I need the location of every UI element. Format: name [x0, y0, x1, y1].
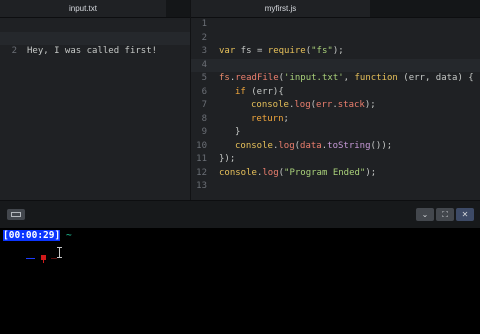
- code-line: 3 var fs = require("fs");: [191, 45, 480, 59]
- line-text: }: [235, 126, 240, 140]
- line-text: });: [219, 153, 235, 167]
- line-number: 13: [196, 181, 207, 191]
- token-string: "Program Ended": [284, 167, 366, 178]
- line-number: 1: [201, 19, 207, 29]
- left-code[interactable]: 1 Hey, I was called first! 2: [0, 18, 190, 57]
- token-object: fs: [219, 73, 230, 83]
- line-number: 5: [201, 73, 207, 83]
- token-plain: );: [365, 167, 377, 178]
- token-string: "fs": [311, 46, 333, 56]
- token-keyword: var: [219, 46, 236, 56]
- tab-input-txt[interactable]: input.txt: [0, 0, 166, 17]
- token-plain: ,: [343, 73, 355, 83]
- token-plain: (err){: [245, 86, 284, 97]
- token-method: toString: [327, 140, 371, 151]
- token-plain: ());: [370, 140, 393, 151]
- token-method: log: [294, 100, 311, 110]
- line-number: 3: [201, 46, 207, 56]
- code-line: 10 console.log(data.toString());: [191, 140, 480, 154]
- terminal-input-artifact: [25, 255, 57, 263]
- line-number: 7: [201, 100, 207, 110]
- token-object: console: [235, 140, 273, 151]
- token-variable: err: [316, 100, 333, 110]
- token-object: console: [251, 100, 289, 110]
- terminal-prompt: ~: [65, 230, 72, 241]
- token-plain: ;: [283, 113, 289, 124]
- token-keyword: function: [354, 73, 398, 83]
- token-plain: );: [364, 100, 376, 110]
- token-plain: }: [235, 127, 241, 137]
- code-line: 9}: [191, 126, 480, 140]
- line-text: fs.readFile('input.txt', function (err, …: [219, 72, 474, 86]
- line-number: 11: [196, 154, 207, 164]
- token-plain: (err, data) {: [397, 73, 474, 83]
- editor-area: input.txt 1 Hey, I was called first! 2 m…: [0, 0, 480, 200]
- left-pane: input.txt 1 Hey, I was called first! 2: [0, 0, 190, 200]
- left-tab-bar: input.txt: [0, 0, 190, 18]
- token-string: 'input.txt': [284, 73, 344, 83]
- token-keyword: if: [235, 86, 246, 97]
- right-pane: myfirst.js 1 2 3 var fs = require("fs"); …: [191, 0, 480, 200]
- code-line: 6 if (err){: [191, 86, 480, 100]
- maximize-panel-button[interactable]: ⛶: [436, 208, 454, 221]
- token-method: log: [262, 167, 279, 178]
- token-plain: fs =: [235, 46, 268, 56]
- code-line: 2: [191, 32, 480, 46]
- panel-toolbar: ⌄ ⛶ ✕: [0, 200, 480, 229]
- token-function: require: [267, 46, 306, 56]
- line-number: 6: [201, 86, 207, 97]
- line-number: 10: [196, 140, 207, 151]
- terminal-input-line: [3, 242, 60, 277]
- terminal-timestamp: [00:00:29]: [3, 230, 61, 241]
- token-method: log: [278, 140, 295, 151]
- token-plain: });: [219, 154, 236, 164]
- collapse-panel-button[interactable]: ⌄: [416, 208, 434, 221]
- terminal-prompt-line: [00:00:29] ~: [3, 230, 72, 241]
- line-number: 4: [201, 59, 207, 70]
- token-object: console: [219, 167, 257, 178]
- text-cursor-icon: [57, 247, 62, 258]
- tab-myfirst-js[interactable]: myfirst.js: [191, 0, 370, 17]
- code-line: 1: [191, 18, 480, 32]
- token-method: readFile: [235, 73, 279, 83]
- line-number: 12: [196, 167, 207, 178]
- code-line-current: 4: [191, 58, 480, 72]
- line-text: console.log("Program Ended");: [219, 167, 376, 181]
- right-tab-bar: myfirst.js: [191, 0, 480, 18]
- token-plain: );: [332, 46, 344, 56]
- line-text: if (err){: [235, 86, 284, 100]
- terminal[interactable]: [00:00:29] ~: [0, 228, 480, 334]
- line-number: 9: [201, 127, 207, 137]
- line-number: 2: [11, 46, 17, 56]
- line-text: console.log(err.stack);: [251, 99, 376, 113]
- code-line: 1 Hey, I was called first!: [0, 18, 190, 57]
- keyboard-icon[interactable]: [7, 209, 25, 220]
- line-number: 8: [201, 113, 207, 124]
- code-line: 11});: [191, 153, 480, 167]
- line-text: var fs = require("fs");: [219, 45, 344, 59]
- token-property: stack: [337, 100, 365, 110]
- line-text: return;: [251, 113, 289, 127]
- code-line: 13: [191, 180, 480, 194]
- code-line: 8 return;: [191, 113, 480, 127]
- code-line: 12 console.log("Program Ended");: [191, 167, 480, 181]
- close-panel-button[interactable]: ✕: [456, 208, 474, 221]
- code-line: 5 fs.readFile('input.txt', function (err,…: [191, 72, 480, 86]
- code-line: 7 console.log(err.stack);: [191, 99, 480, 113]
- token-variable: data: [300, 140, 322, 151]
- line-text: Hey, I was called first!: [27, 46, 158, 56]
- token-keyword: return: [251, 113, 284, 124]
- right-code[interactable]: 1 2 3 var fs = require("fs"); 4 5 fs.readF…: [191, 18, 480, 194]
- line-number: 2: [201, 32, 207, 43]
- code-line-current: 2: [0, 31, 190, 56]
- line-text: console.log(data.toString());: [235, 140, 392, 154]
